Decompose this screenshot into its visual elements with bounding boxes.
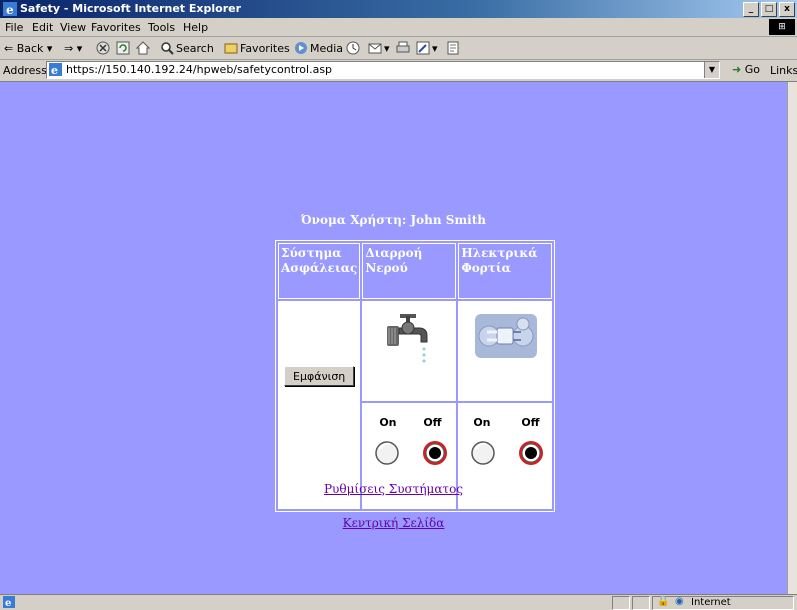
home-link[interactable]: Κεντρική Σελίδα bbox=[343, 516, 445, 530]
favorites-button[interactable]: Favorites bbox=[224, 40, 290, 56]
history-icon bbox=[346, 41, 360, 55]
minimize-button[interactable]: _ bbox=[743, 2, 759, 17]
lock-icon: 🔒 bbox=[657, 596, 670, 607]
header-security-system: Σύστημα Ασφάλειας bbox=[278, 243, 361, 300]
back-label: Back bbox=[16, 41, 44, 55]
search-button[interactable]: Search bbox=[160, 40, 214, 56]
menu-edit[interactable]: Edit bbox=[32, 21, 53, 34]
status-zone-label: Internet bbox=[691, 597, 731, 608]
address-bar: Address e https://150.140.192.24/hpweb/s… bbox=[0, 59, 797, 82]
menu-help[interactable]: Help bbox=[183, 21, 208, 34]
go-button[interactable]: ➜ Go bbox=[732, 63, 760, 76]
electric-on-label: On bbox=[473, 415, 491, 429]
user-name: Όνομα Χρήστη: John Smith bbox=[301, 213, 486, 227]
electric-plug-icon bbox=[475, 314, 538, 359]
search-icon bbox=[161, 42, 174, 55]
refresh-icon bbox=[116, 41, 130, 55]
edit-icon bbox=[416, 41, 430, 55]
status-page-icon: e bbox=[3, 596, 15, 608]
home-icon bbox=[136, 41, 150, 55]
media-button[interactable]: Media bbox=[294, 40, 343, 56]
menu-view[interactable]: View bbox=[60, 21, 86, 34]
links-label[interactable]: Links bbox=[770, 64, 797, 77]
vertical-scrollbar[interactable] bbox=[787, 82, 797, 594]
forward-button[interactable]: ⇒ ▾ bbox=[64, 40, 82, 56]
print-icon bbox=[396, 41, 410, 53]
electric-off-radio[interactable] bbox=[518, 440, 544, 466]
menu-bar: File Edit View Favorites Tools Help ⊞ bbox=[0, 18, 797, 37]
search-label: Search bbox=[176, 41, 214, 55]
electric-on-radio[interactable] bbox=[470, 440, 496, 466]
settings-link[interactable]: Ρυθμίσεις Συστήματος bbox=[324, 482, 463, 496]
settings-link-row: Ρυθμίσεις Συστήματος bbox=[0, 482, 787, 496]
discuss-button[interactable] bbox=[446, 40, 462, 56]
menu-favorites[interactable]: Favorites bbox=[91, 21, 141, 34]
discuss-icon bbox=[447, 41, 459, 55]
back-button[interactable]: ⇐ Back ▾ bbox=[4, 40, 52, 56]
water-off-label: Off bbox=[423, 415, 442, 429]
water-tap-icon bbox=[387, 314, 428, 363]
header-electric-loads: Ηλεκτρικά Φορτία bbox=[458, 243, 553, 300]
header-water-leak: Διαρροή Νερού bbox=[362, 243, 457, 300]
page-viewport: Όνομα Χρήστη: John Smith Σύστημα Ασφάλει… bbox=[0, 82, 787, 594]
forward-arrow-icon: ⇒ ▾ bbox=[64, 41, 83, 55]
windows-logo-icon: ⊞ bbox=[769, 19, 795, 35]
svg-text:e: e bbox=[51, 64, 58, 76]
address-label: Address bbox=[3, 64, 47, 77]
address-url: https://150.140.192.24/hpweb/safetycontr… bbox=[66, 63, 333, 76]
home-link-row: Κεντρική Σελίδα bbox=[0, 516, 787, 530]
svg-text:e: e bbox=[5, 598, 11, 608]
internet-globe-icon: ◉ bbox=[675, 596, 684, 607]
print-button[interactable] bbox=[396, 40, 412, 56]
water-icon-cell bbox=[362, 301, 457, 401]
go-label: Go bbox=[744, 63, 760, 76]
edit-page-button[interactable]: ▾ bbox=[416, 40, 438, 56]
menu-tools[interactable]: Tools bbox=[148, 21, 175, 34]
refresh-button[interactable] bbox=[116, 40, 132, 56]
menu-file[interactable]: File bbox=[5, 21, 23, 34]
maximize-button[interactable]: □ bbox=[761, 2, 777, 17]
water-on-radio[interactable] bbox=[374, 440, 400, 466]
favorites-label: Favorites bbox=[240, 41, 290, 55]
safety-table: Σύστημα Ασφάλειας Διαρροή Νερού Ηλεκτρικ… bbox=[275, 240, 556, 512]
home-button[interactable] bbox=[136, 40, 152, 56]
electric-off-label: Off bbox=[521, 415, 540, 429]
window-title: Safety - Microsoft Internet Explorer bbox=[20, 2, 242, 15]
go-arrow-icon: ➜ bbox=[732, 63, 742, 76]
svg-text:e: e bbox=[6, 3, 14, 16]
address-field[interactable]: e https://150.140.192.24/hpweb/safetycon… bbox=[46, 61, 720, 79]
favorites-icon bbox=[224, 43, 238, 54]
stop-button[interactable] bbox=[96, 40, 112, 56]
ie-logo-icon: e bbox=[3, 2, 17, 16]
stop-icon bbox=[96, 41, 110, 55]
mail-button[interactable]: ▾ bbox=[368, 40, 390, 56]
electric-icon-cell bbox=[458, 301, 553, 401]
show-button[interactable]: Εμφάνιση bbox=[284, 366, 355, 387]
close-button[interactable]: x bbox=[779, 2, 795, 17]
history-button[interactable] bbox=[346, 40, 362, 56]
window-controls: _ □ x bbox=[743, 2, 795, 17]
media-label: Media bbox=[310, 41, 344, 55]
water-off-radio[interactable] bbox=[422, 440, 448, 466]
water-on-label: On bbox=[379, 415, 397, 429]
address-dropdown-icon[interactable]: ▼ bbox=[704, 62, 719, 78]
toolbar: ⇐ Back ▾ ⇒ ▾ Search Favorites Media ▾ ▾ bbox=[0, 37, 797, 60]
page-icon: e bbox=[49, 63, 62, 76]
back-arrow-icon: ⇐ bbox=[4, 41, 14, 55]
status-bar: e 🔒 ◉ Internet bbox=[0, 594, 797, 610]
security-cell: Εμφάνιση bbox=[278, 301, 361, 509]
mail-icon bbox=[368, 43, 382, 54]
media-icon bbox=[295, 42, 307, 54]
window-titlebar: e Safety - Microsoft Internet Explorer _… bbox=[0, 0, 797, 18]
